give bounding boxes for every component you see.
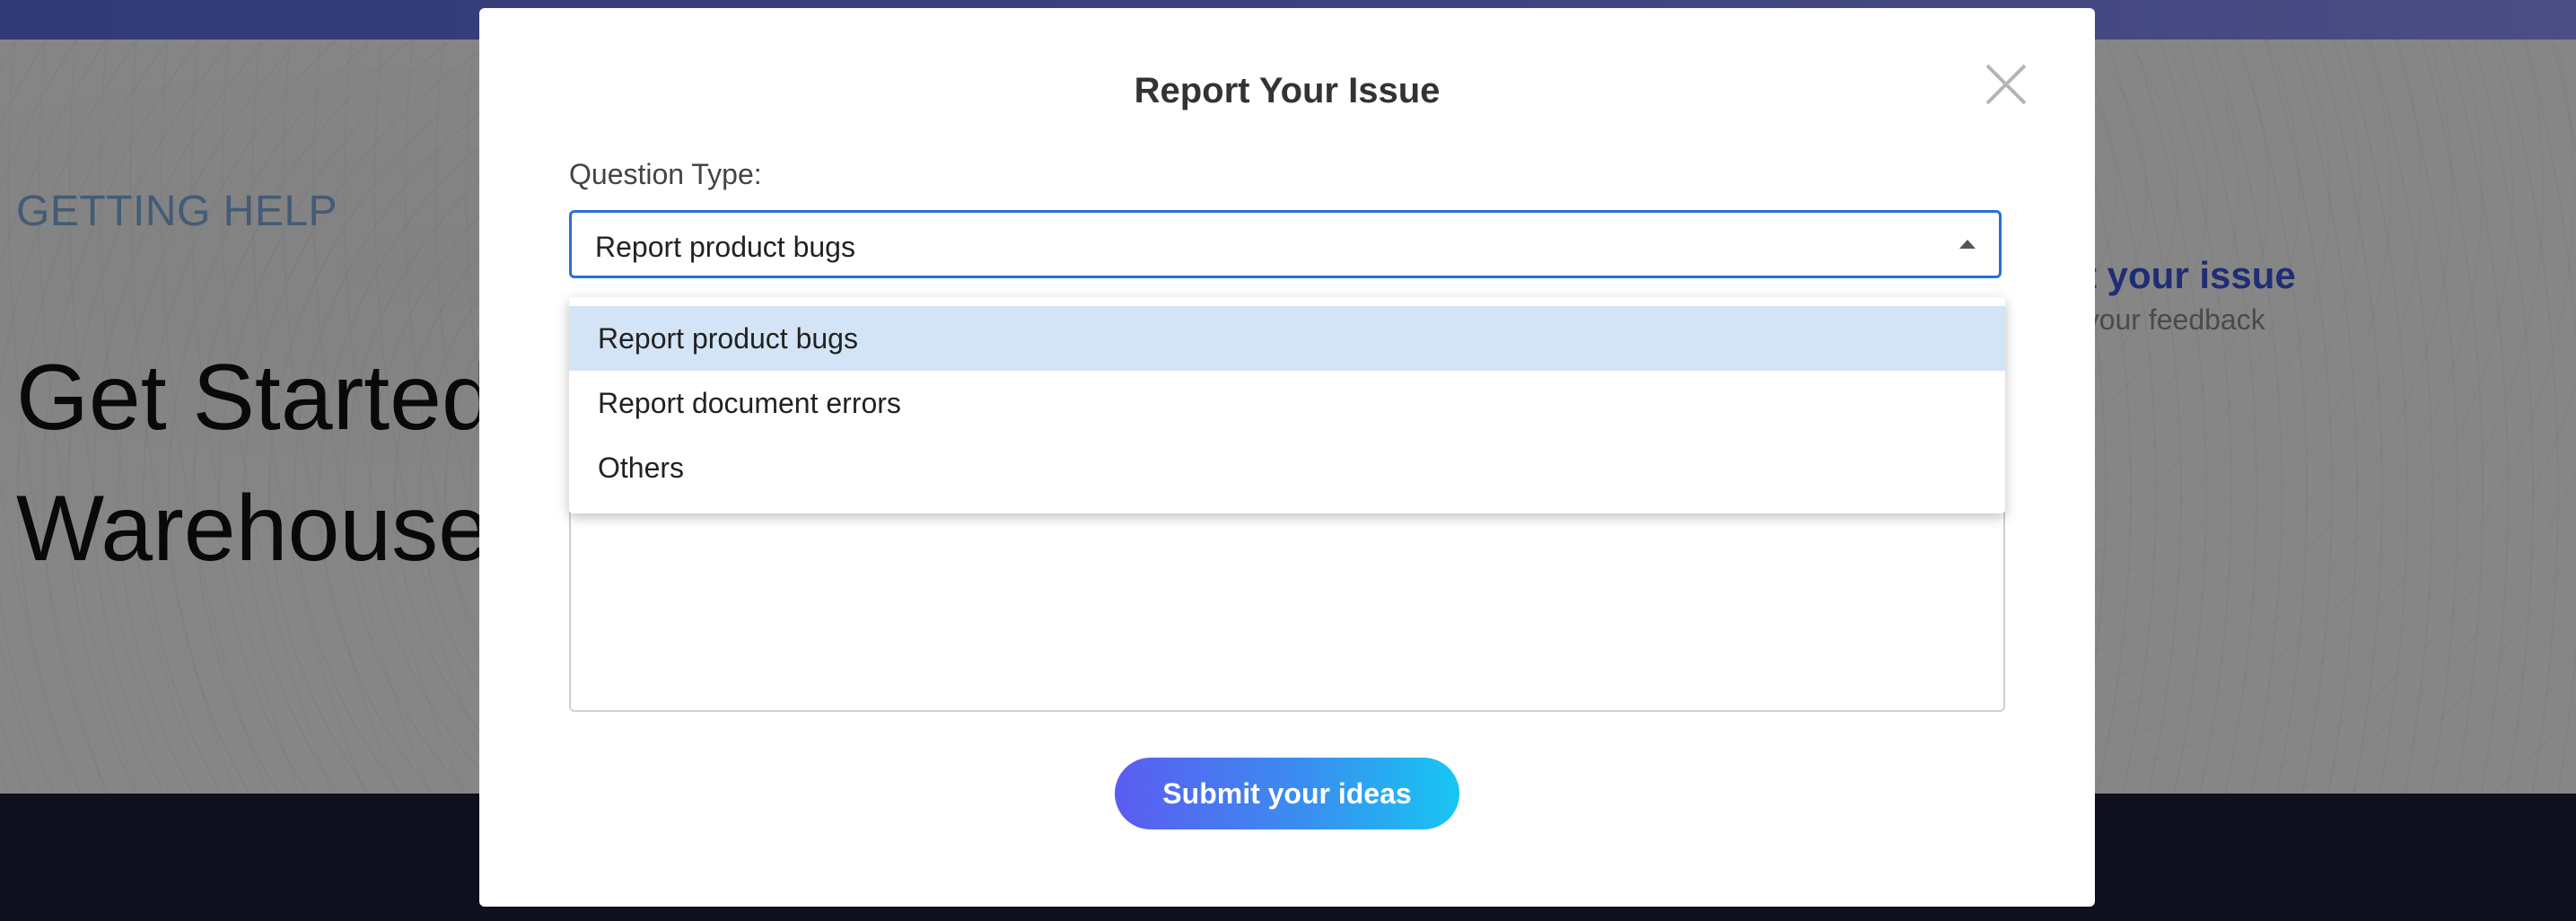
close-icon (1985, 64, 2027, 105)
option-report-document-errors[interactable]: Report document errors (569, 371, 2005, 435)
report-issue-dialog: Report Your Issue Question Type: Report … (479, 8, 2095, 907)
close-button[interactable] (1982, 60, 2030, 109)
option-report-product-bugs[interactable]: Report product bugs (569, 306, 2005, 371)
page: GETTING HELP Get Started Warehouses ort … (0, 0, 2576, 921)
question-type-selected-value: Report product bugs (595, 231, 855, 263)
question-type-label: Question Type: (569, 158, 762, 190)
dialog-title: Report Your Issue (1134, 71, 1441, 110)
submit-button[interactable]: Submit your ideas (1115, 758, 1459, 829)
option-others[interactable]: Others (569, 435, 2005, 500)
caret-up-icon (1959, 240, 1976, 249)
question-type-dropdown: Report product bugs Report document erro… (569, 297, 2005, 513)
question-type-select[interactable]: Report product bugs (569, 210, 2002, 278)
